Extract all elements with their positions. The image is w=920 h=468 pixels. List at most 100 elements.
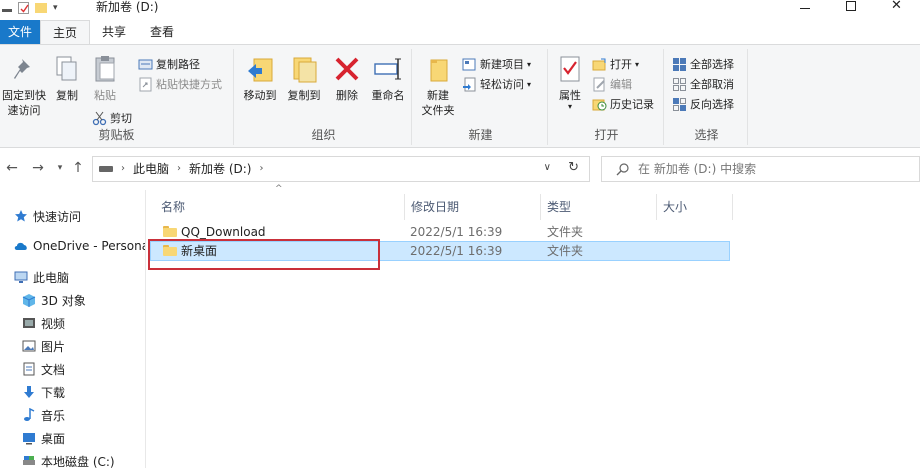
nav-item-3d-objects[interactable]: 3D 对象 — [22, 290, 86, 310]
ribbon: 固定到快 速访问 复制 粘贴 复制路径 粘贴快捷方式 剪切 剪贴板 移动到 复制… — [0, 44, 920, 148]
copy-icon — [51, 53, 83, 85]
copy-path-button[interactable]: 复制路径 — [138, 55, 200, 73]
open-button[interactable]: 打开 ▾ — [592, 55, 639, 73]
group-open: 属性 ▾ 打开 ▾ 编辑 历史记录 打开 — [550, 49, 664, 145]
nav-item-music[interactable]: 音乐 — [22, 405, 65, 425]
maximize-button[interactable] — [828, 0, 874, 16]
minimize-button[interactable] — [782, 0, 828, 16]
up-button[interactable]: ↑ — [70, 160, 86, 176]
delete-button[interactable]: 删除 — [328, 53, 366, 103]
forward-button[interactable]: → — [30, 160, 46, 176]
search-box[interactable]: 在 新加卷 (D:) 中搜索 — [601, 156, 920, 182]
column-header-name[interactable]: 名称 — [155, 194, 405, 220]
group-select: 全部选择 全部取消 反向选择 选择 — [666, 49, 748, 145]
move-to-button[interactable]: 移动到 — [238, 53, 282, 103]
nav-item-local-disk-c[interactable]: 本地磁盘 (C:) — [22, 451, 115, 468]
desktop-icon — [22, 431, 36, 445]
history-button[interactable]: 历史记录 — [592, 95, 654, 113]
delete-label: 删除 — [336, 89, 358, 102]
invert-selection-button[interactable]: 反向选择 — [672, 95, 734, 113]
copy-label: 复制 — [56, 89, 78, 102]
address-bar[interactable]: › 此电脑 › 新加卷 (D:) › ∨ ↻ — [92, 156, 590, 182]
breadcrumb-drive-d[interactable]: 新加卷 (D:) — [189, 157, 251, 181]
pin-icon — [8, 53, 40, 85]
document-icon — [22, 362, 36, 376]
new-folder-icon — [422, 53, 454, 85]
select-none-button[interactable]: 全部取消 — [672, 75, 734, 93]
back-arrow-icon: ← — [6, 160, 18, 176]
pin-label-line2: 速访问 — [7, 104, 41, 117]
cut-button[interactable]: 剪切 — [92, 109, 132, 127]
quick-access-toolbar: ▾ — [2, 0, 58, 16]
properties-label: 属性 — [559, 89, 581, 102]
properties-icon — [554, 53, 586, 85]
customize-toolbar-icon[interactable]: ▾ — [53, 3, 58, 13]
tab-view[interactable]: 查看 — [138, 20, 186, 44]
column-header-date[interactable]: 修改日期 — [405, 194, 541, 220]
cut-label: 剪切 — [110, 112, 132, 125]
tab-file[interactable]: 文件 — [0, 20, 40, 44]
nav-item-label: 3D 对象 — [41, 293, 86, 308]
pin-quick-access-button[interactable]: 固定到快 速访问 — [0, 53, 48, 118]
paste-button[interactable]: 粘贴 — [88, 53, 122, 103]
breadcrumb-this-pc[interactable]: 此电脑 — [133, 157, 169, 181]
group-new-label: 新建 — [468, 128, 493, 142]
new-folder-quick-icon[interactable] — [35, 3, 47, 13]
paste-shortcut-button[interactable]: 粘贴快捷方式 — [138, 75, 222, 93]
navigation-pane: 快速访问 OneDrive - Persona 此电脑 3D 对象 视频 图片 … — [0, 190, 146, 468]
nav-item-downloads[interactable]: 下载 — [22, 382, 65, 402]
copy-button[interactable]: 复制 — [50, 53, 84, 103]
rename-label: 重命名 — [371, 89, 405, 102]
new-folder-button[interactable]: 新建 文件夹 — [416, 53, 460, 118]
copy-to-button[interactable]: 复制到 — [282, 53, 326, 103]
group-open-label: 打开 — [594, 128, 619, 142]
video-icon — [22, 316, 36, 330]
copy-to-icon — [288, 53, 320, 85]
nav-item-quick-access[interactable]: 快速访问 — [14, 206, 81, 226]
breadcrumb-separator-icon: › — [259, 163, 264, 174]
breadcrumb-separator-icon: › — [121, 163, 125, 174]
title-bar: ▾ 新加卷 (D:) ✕ — [0, 0, 920, 16]
forward-arrow-icon: → — [32, 160, 44, 176]
picture-icon — [22, 339, 36, 353]
drive-icon — [99, 166, 113, 172]
properties-check-icon[interactable] — [18, 2, 29, 14]
group-select-label: 选择 — [694, 128, 719, 142]
select-all-icon — [672, 57, 687, 72]
refresh-icon[interactable]: ↻ — [568, 160, 579, 175]
tab-home[interactable]: 主页 — [40, 20, 91, 44]
nav-item-documents[interactable]: 文档 — [22, 359, 65, 379]
nav-item-desktop[interactable]: 桌面 — [22, 428, 65, 448]
new-item-button[interactable]: 新建项目 ▾ — [462, 55, 531, 73]
column-header-type[interactable]: 类型 — [541, 194, 657, 220]
edit-button[interactable]: 编辑 — [592, 75, 632, 93]
nav-item-this-pc[interactable]: 此电脑 — [14, 267, 69, 287]
tab-share[interactable]: 共享 — [90, 20, 138, 44]
nav-item-videos[interactable]: 视频 — [22, 313, 65, 333]
close-icon: ✕ — [891, 0, 902, 13]
easy-access-button[interactable]: 轻松访问 ▾ — [462, 75, 531, 93]
select-all-button[interactable]: 全部选择 — [672, 55, 734, 73]
invert-selection-label: 反向选择 — [690, 98, 734, 111]
select-none-label: 全部取消 — [690, 78, 734, 91]
properties-dropdown-icon: ▾ — [567, 102, 572, 111]
edit-label: 编辑 — [610, 78, 632, 91]
address-dropdown-icon[interactable]: ∨ — [544, 162, 551, 173]
star-icon — [14, 209, 28, 223]
nav-item-onedrive[interactable]: OneDrive - Persona — [14, 236, 145, 256]
group-clipboard: 固定到快 速访问 复制 粘贴 复制路径 粘贴快捷方式 剪切 剪贴板 — [0, 49, 234, 145]
close-button[interactable]: ✕ — [874, 0, 920, 16]
properties-button[interactable]: 属性 ▾ — [552, 53, 588, 111]
new-item-icon — [462, 57, 477, 72]
up-arrow-icon: ↑ — [72, 160, 84, 176]
move-to-label: 移动到 — [243, 89, 277, 102]
rename-button[interactable]: 重命名 — [366, 53, 410, 103]
easy-access-label: 轻松访问 — [480, 78, 524, 91]
edit-icon — [592, 77, 607, 92]
minimize-icon — [800, 8, 810, 9]
recent-locations-button[interactable]: ▾ — [52, 160, 68, 176]
nav-item-pictures[interactable]: 图片 — [22, 336, 65, 356]
back-button[interactable]: ← — [4, 160, 20, 176]
column-header-size[interactable]: 大小 — [657, 194, 733, 220]
search-placeholder: 在 新加卷 (D:) 中搜索 — [638, 162, 757, 176]
